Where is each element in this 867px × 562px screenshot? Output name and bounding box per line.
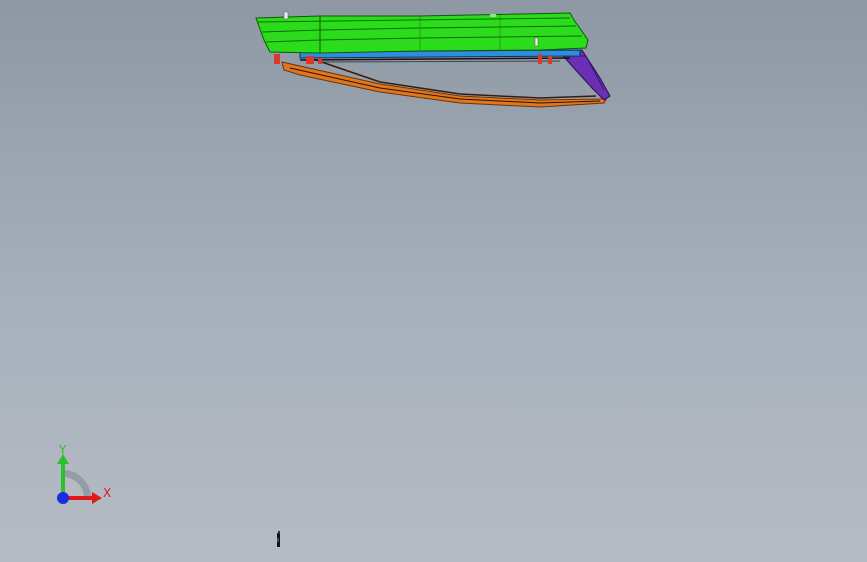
y-axis-arrow: [61, 462, 65, 496]
top-cover-part[interactable]: [255, 11, 589, 54]
y-axis-label: Y: [58, 443, 67, 457]
graphics-viewport[interactable]: Y X: [0, 0, 867, 562]
cad-model-assembly[interactable]: [0, 0, 867, 562]
x-axis-label: X: [103, 486, 111, 500]
reference-triad: Y X: [57, 443, 111, 504]
base-rail-part[interactable]: [281, 57, 610, 108]
z-axis-dot: [57, 492, 69, 504]
cursor-marker-icon: [277, 531, 280, 547]
